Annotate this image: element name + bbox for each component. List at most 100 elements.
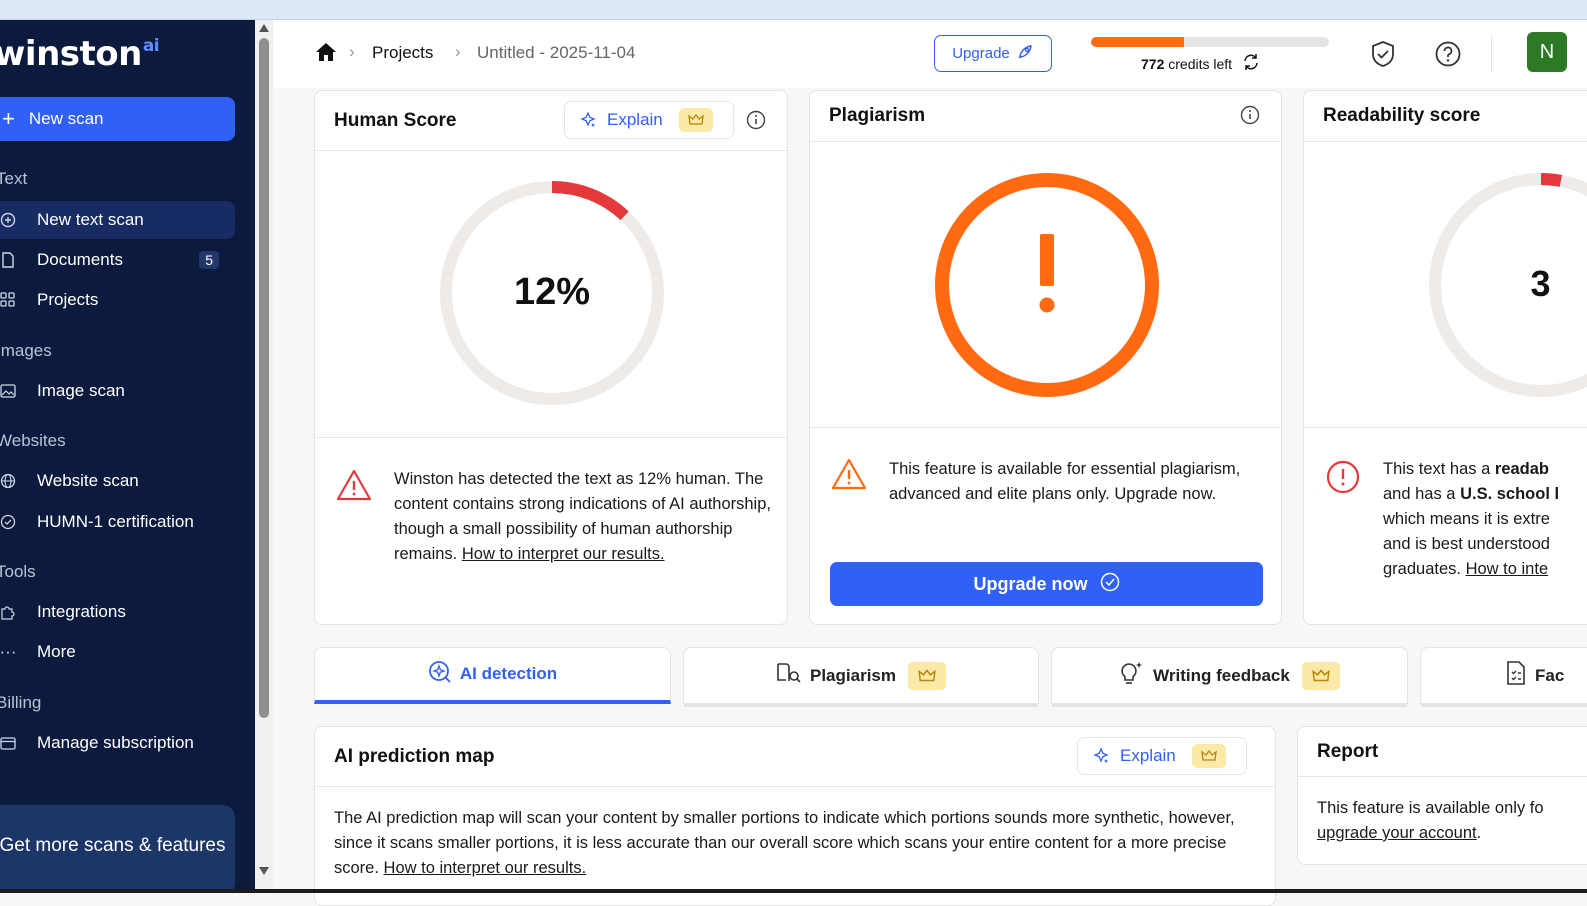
help-icon[interactable] (1434, 40, 1462, 73)
tab-underline (684, 703, 1038, 707)
card-divider (1298, 776, 1587, 777)
scroll-down-arrow[interactable] (259, 867, 269, 875)
grid-icon (0, 292, 16, 308)
breadcrumb-current: Untitled - 2025-11-04 (477, 43, 635, 63)
breadcrumb-projects[interactable]: Projects (372, 43, 433, 63)
refresh-icon[interactable] (1242, 53, 1260, 74)
tab-fact-check[interactable]: Fac (1420, 647, 1587, 704)
sidebar-item-humn-certification[interactable]: HUMN-1 certification (0, 503, 235, 541)
check-circle-icon (1100, 572, 1120, 597)
upgrade-now-button[interactable]: Upgrade now (830, 562, 1263, 606)
plagiarism-description: This feature is available for essential … (889, 457, 1249, 507)
human-score-value: 12% (439, 271, 665, 314)
readability-description: This text has a readab and has a U.S. sc… (1383, 457, 1587, 582)
crown-icon (908, 662, 946, 690)
puzzle-icon (0, 604, 16, 620)
sidebar-item-website-scan[interactable]: Website scan (0, 462, 235, 500)
card-divider (810, 427, 1281, 428)
chevron-right-icon: › (349, 42, 355, 62)
home-icon[interactable] (315, 42, 337, 67)
info-icon[interactable] (1240, 105, 1260, 130)
tab-ai-detection[interactable]: AI detection (314, 647, 671, 704)
tab-plagiarism[interactable]: Plagiarism (683, 647, 1039, 704)
interpret-results-link[interactable]: How to interpret our results. (384, 859, 587, 877)
plagiarism-warning-gauge (934, 172, 1160, 398)
tab-underline (1421, 703, 1587, 707)
sidebar-item-integrations[interactable]: Integrations (0, 593, 235, 631)
readability-gauge (1428, 172, 1587, 398)
card-divider (315, 150, 787, 151)
card-title: Readability score (1323, 105, 1480, 127)
explain-button[interactable]: Explain (1077, 737, 1247, 775)
credits-progress-bar (1091, 37, 1329, 47)
ellipsis-icon: ··· (0, 644, 16, 660)
plus-circle-icon (0, 212, 16, 228)
exclamation-dot (1040, 298, 1055, 313)
upgrade-button[interactable]: Upgrade (934, 35, 1052, 72)
exclamation-bar (1040, 234, 1054, 286)
globe-icon (0, 473, 16, 489)
header-divider (1491, 36, 1492, 72)
card-title: AI prediction map (334, 746, 494, 768)
gauge-track (1435, 179, 1587, 391)
human-score-description: Winston has detected the text as 12% hum… (394, 467, 774, 567)
card-divider (1304, 427, 1587, 428)
info-icon[interactable] (746, 110, 766, 135)
readability-card: Readability score 3 This text has a read… (1303, 90, 1587, 625)
section-label-tools: Tools (0, 562, 36, 582)
warning-triangle-icon (336, 469, 372, 506)
book-search-icon (776, 661, 802, 690)
readability-score-value: 3 (1518, 263, 1563, 305)
sidebar-item-image-scan[interactable]: Image scan (0, 372, 235, 410)
sidebar-item-new-text-scan[interactable]: New text scan (0, 201, 235, 239)
user-avatar[interactable]: N (1527, 32, 1567, 72)
interpret-results-link[interactable]: How to interpret our results. (462, 545, 665, 563)
sidebar-item-more[interactable]: ··· More (0, 633, 235, 671)
shield-check-icon[interactable] (1370, 40, 1396, 73)
sidebar-item-manage-subscription[interactable]: Manage subscription (0, 724, 235, 762)
plus-icon: + (2, 106, 15, 132)
credits-status: 772 credits left (1141, 53, 1260, 74)
get-more-scans-promo[interactable]: Get more scans & features (0, 805, 235, 889)
alert-circle-icon (1326, 460, 1360, 499)
card-title: Human Score (334, 110, 456, 132)
warning-triangle-icon (831, 458, 867, 495)
plagiarism-card: Plagiarism This feature is available for… (809, 90, 1282, 625)
tab-underline (1052, 703, 1407, 707)
winston-logo[interactable]: winstonai (0, 34, 159, 74)
ai-scan-icon (428, 660, 452, 689)
card-title: Plagiarism (829, 105, 925, 127)
scrollbar-thumb[interactable] (259, 38, 269, 718)
interpret-results-link[interactable]: How to inte (1466, 560, 1549, 578)
card-divider (315, 437, 787, 438)
tab-writing-feedback[interactable]: Writing feedback (1051, 647, 1408, 704)
upgrade-account-link[interactable]: upgrade your account (1317, 824, 1477, 842)
check-circle-icon (0, 514, 16, 530)
sidebar-item-documents[interactable]: Documents 5 (0, 241, 235, 279)
crown-icon (1302, 662, 1340, 690)
lightbulb-sparkle-icon (1119, 660, 1145, 691)
report-card: Report This feature is available only fo… (1297, 726, 1587, 865)
new-scan-button[interactable]: + New scan (0, 97, 235, 141)
section-label-websites: Websites (0, 431, 66, 451)
ai-prediction-map-card: AI prediction map Explain The AI predict… (314, 726, 1276, 906)
explain-button[interactable]: Explain (564, 101, 734, 139)
top-header: › Projects › Untitled - 2025-11-04 Upgra… (273, 20, 1587, 88)
browser-tab-strip (0, 0, 1587, 20)
crown-icon (1192, 744, 1226, 768)
image-icon (0, 383, 16, 399)
card-divider (810, 141, 1281, 142)
sidebar-item-projects[interactable]: Projects (0, 281, 235, 319)
checklist-icon (1505, 660, 1527, 691)
human-score-card: Human Score Explain 12% Winston has dete… (314, 90, 788, 625)
section-label-images: Images (0, 341, 52, 361)
documents-count-badge: 5 (199, 251, 219, 269)
section-label-billing: Billing (0, 693, 41, 713)
card-divider (315, 786, 1275, 787)
sidebar-scrollbar[interactable] (255, 20, 273, 889)
document-icon (0, 252, 16, 268)
sparkle-icon (1092, 747, 1110, 765)
report-description: This feature is available only fo upgrad… (1317, 796, 1587, 846)
scroll-up-arrow[interactable] (259, 24, 269, 32)
section-label-text: Text (0, 169, 27, 189)
